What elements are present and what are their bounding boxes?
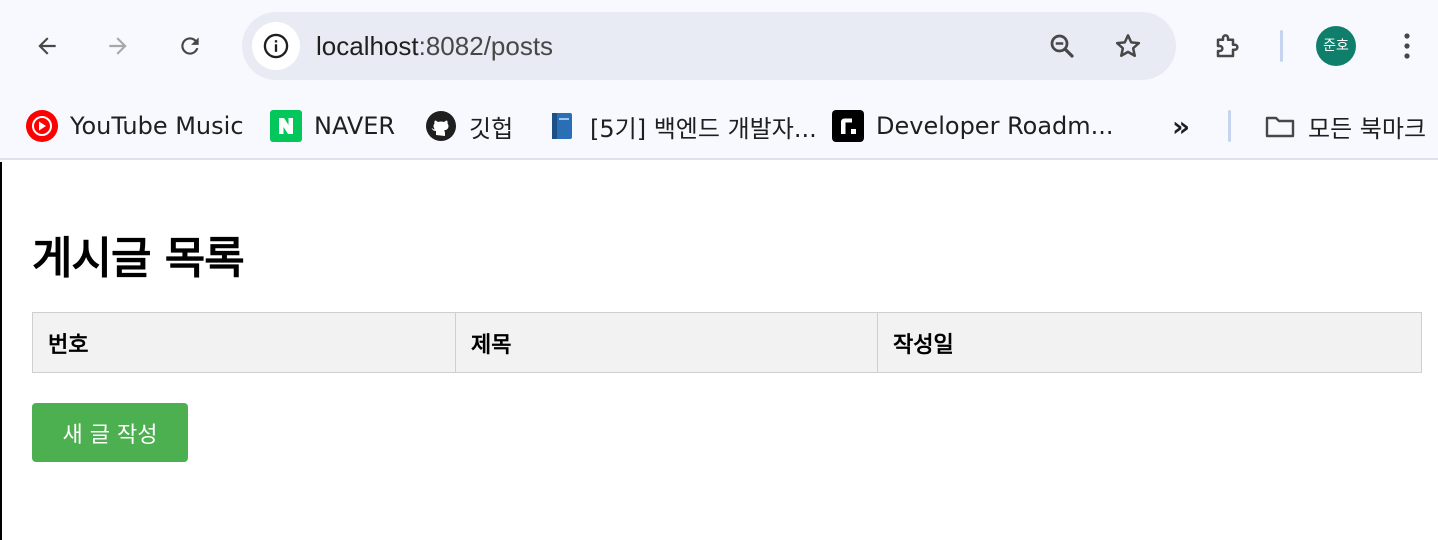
bookmark-label: 깃헙 [469, 114, 514, 143]
bookmark-backend-course[interactable]: [5기] 백엔드 개발자... [546, 110, 817, 143]
reload-button[interactable] [168, 24, 212, 68]
header-number: 번호 [32, 312, 456, 373]
extensions-button[interactable] [1206, 24, 1250, 68]
bookmark-label: [5기] 백엔드 개발자... [590, 114, 817, 143]
naver-icon [270, 110, 302, 142]
bookmark-label: NAVER [314, 112, 396, 140]
roadmap-icon [832, 110, 864, 142]
bookmark-naver[interactable]: NAVER [270, 110, 395, 142]
profile-avatar[interactable]: 준호 [1316, 26, 1356, 66]
posts-table: 번호 제목 작성일 [32, 312, 1422, 373]
reload-icon [181, 37, 199, 55]
url-host: localhost [316, 31, 419, 61]
bookmarks-overflow-button[interactable]: » [1172, 110, 1190, 143]
github-icon [425, 110, 457, 142]
bookmark-github[interactable]: 깃헙 [425, 110, 514, 143]
address-bar[interactable]: localhost:8082/posts [242, 12, 1176, 80]
bookmark-youtube-music[interactable]: YouTube Music [26, 110, 244, 142]
site-info-button[interactable] [252, 22, 300, 70]
forward-button[interactable] [96, 24, 140, 68]
youtube-music-icon [26, 110, 58, 142]
folder-icon [1264, 110, 1296, 142]
url-path: :8082/posts [418, 31, 554, 61]
bookmarks-bar: YouTube Music NAVER 깃헙 [5기] 백엔드 개발자... D… [0, 92, 1438, 160]
bookmarks-divider [1228, 110, 1231, 142]
page-title: 게시글 목록 [32, 233, 245, 284]
header-created-date: 작성일 [877, 312, 1422, 373]
zoom-magnifier-icon [1050, 34, 1074, 58]
back-button[interactable] [25, 24, 69, 68]
new-post-button[interactable]: 새 글 작성 [32, 403, 188, 462]
all-bookmarks-label: 모든 북마크 [1308, 114, 1427, 143]
browser-menu-button[interactable] [1390, 24, 1424, 68]
back-arrow-icon [38, 37, 56, 55]
vertical-dots-icon [1404, 33, 1410, 59]
info-icon [263, 33, 289, 59]
zoom-button[interactable] [1042, 26, 1082, 66]
all-bookmarks-button[interactable]: 모든 북마크 [1264, 110, 1427, 143]
star-icon [1115, 34, 1141, 57]
bookmark-label: Developer Roadm... [876, 112, 1114, 140]
forward-arrow-icon [109, 37, 127, 55]
header-title: 제목 [455, 312, 878, 373]
url-text: localhost:8082/posts [316, 30, 553, 62]
puzzle-icon [1216, 34, 1239, 58]
bookmark-label: YouTube Music [70, 112, 244, 140]
table-header-row: 번호 제목 작성일 [32, 312, 1422, 373]
bookmark-developer-roadmap[interactable]: Developer Roadm... [832, 110, 1114, 142]
page-content: 게시글 목록 번호 제목 작성일 새 글 작성 [0, 162, 1438, 540]
book-icon [546, 110, 578, 142]
bookmark-star-button[interactable] [1108, 26, 1148, 66]
toolbar-divider [1280, 30, 1283, 62]
browser-toolbar: localhost:8082/posts 준호 [0, 0, 1438, 92]
